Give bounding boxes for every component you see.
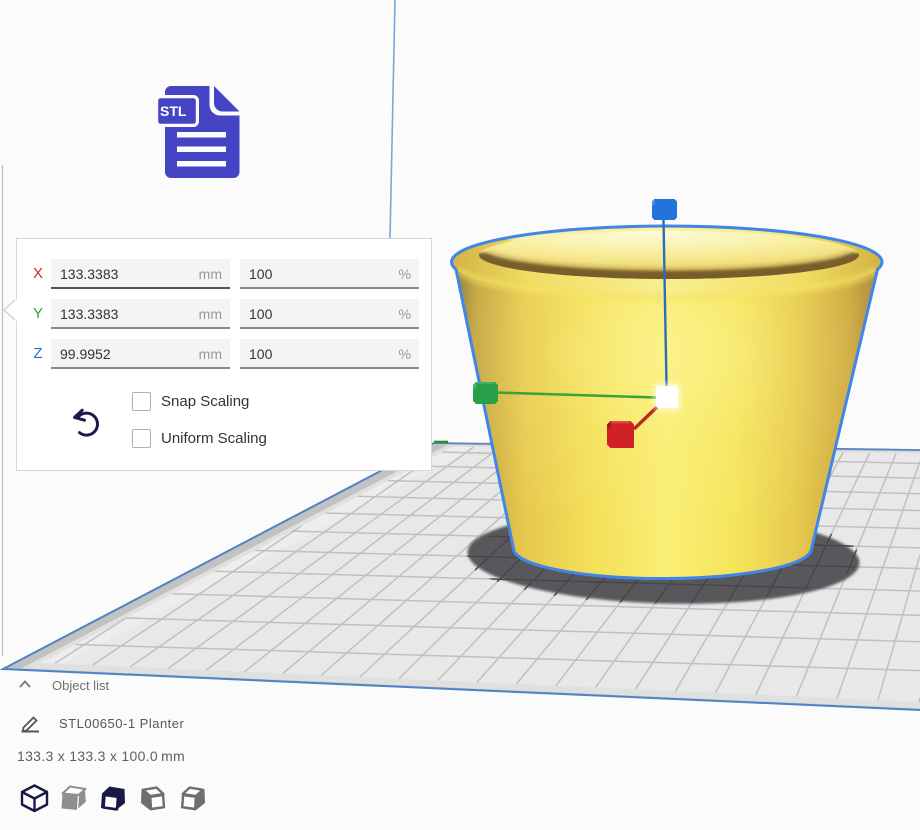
svg-text:STL: STL (160, 103, 187, 119)
